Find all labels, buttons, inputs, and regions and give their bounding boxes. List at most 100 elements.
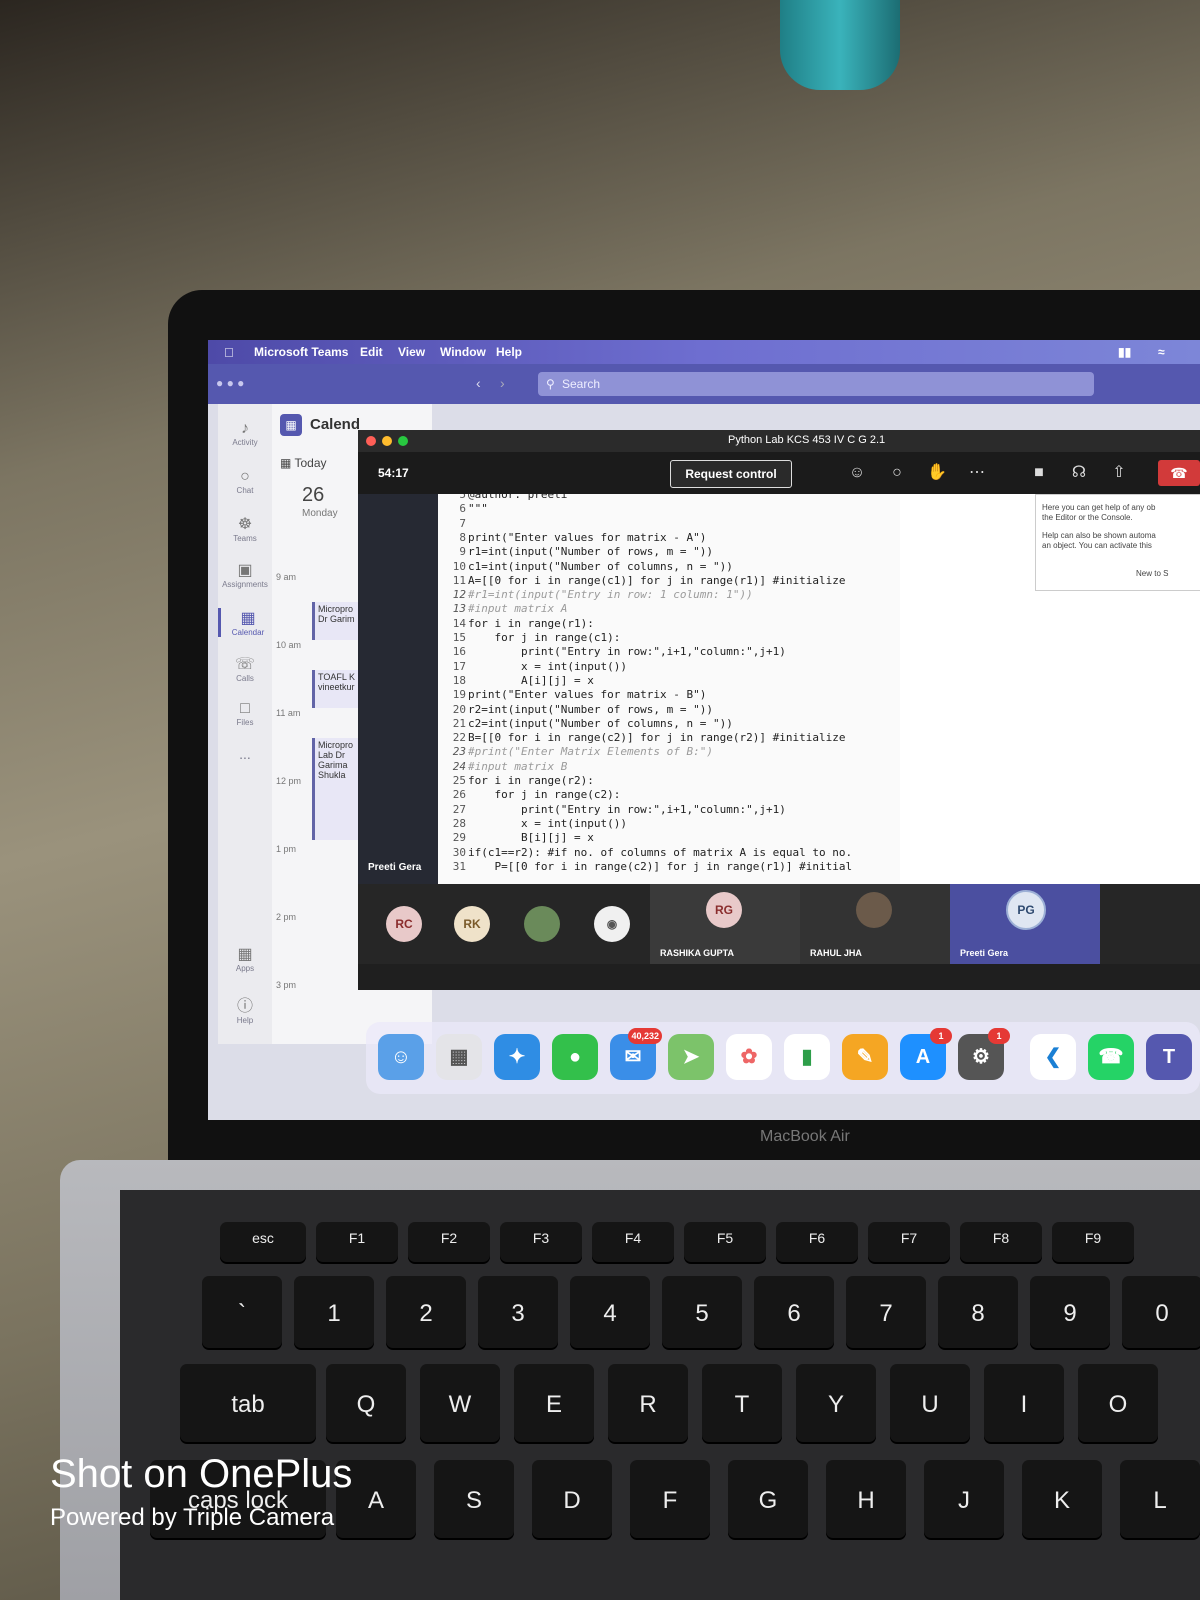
keyboard-key[interactable]: J [924, 1460, 1004, 1538]
vscode-icon[interactable]: ❮ [1030, 1034, 1076, 1080]
keyboard-key[interactable]: F5 [684, 1222, 766, 1262]
rail-calls[interactable]: ☏ Calls [218, 654, 272, 683]
battery-icon[interactable]: ▮▮ [1118, 345, 1131, 359]
keyboard-key[interactable]: ` [202, 1276, 282, 1348]
help-link[interactable]: New to S [1136, 569, 1168, 578]
keyboard-key[interactable]: tab [180, 1364, 316, 1442]
keyboard-key[interactable]: L [1120, 1460, 1200, 1538]
pages-icon[interactable]: ✎ [842, 1034, 888, 1080]
calendar-event[interactable]: Micropro Lab Dr Garima Shukla [312, 738, 358, 840]
camera-off-icon[interactable]: ■ [1028, 462, 1050, 484]
menu-window[interactable]: Window [440, 345, 486, 359]
mic-off-icon[interactable]: ☊ [1068, 462, 1090, 484]
finder-icon[interactable]: ☺ [378, 1034, 424, 1080]
keyboard-key[interactable]: E [514, 1364, 594, 1442]
keyboard-key[interactable]: F7 [868, 1222, 950, 1262]
keyboard-key[interactable]: R [608, 1364, 688, 1442]
keyboard-key[interactable]: D [532, 1460, 612, 1538]
keyboard-key[interactable]: esc [220, 1222, 306, 1262]
search-input[interactable]: ⚲ Search [538, 372, 1094, 396]
hang-up-icon[interactable]: ☎ [1158, 460, 1200, 486]
rail-files[interactable]: □ Files [218, 700, 272, 727]
keyboard-key[interactable]: 1 [294, 1276, 374, 1348]
keyboard-key[interactable]: W [420, 1364, 500, 1442]
participant-avatar[interactable]: RK [454, 906, 490, 942]
keyboard-key[interactable]: F6 [776, 1222, 858, 1262]
whatsapp-icon[interactable]: ☎ [1088, 1034, 1134, 1080]
keyboard-key[interactable]: O [1078, 1364, 1158, 1442]
keyboard-key[interactable]: 2 [386, 1276, 466, 1348]
keyboard-key[interactable]: 9 [1030, 1276, 1110, 1348]
menu-view[interactable]: View [398, 345, 425, 359]
forward-arrow-icon[interactable]: › [500, 375, 505, 391]
numbers-icon[interactable]: ▮ [784, 1034, 830, 1080]
keyboard-key[interactable]: H [826, 1460, 906, 1538]
share-icon[interactable]: ⇧ [1108, 462, 1130, 484]
safari-icon[interactable]: ✦ [494, 1034, 540, 1080]
rail-teams[interactable]: ☸ Teams [218, 514, 272, 543]
keyboard-key[interactable]: F [630, 1460, 710, 1538]
keyboard-key[interactable]: F1 [316, 1222, 398, 1262]
wifi-icon[interactable]: ≈ [1158, 345, 1165, 359]
teams-icon[interactable]: T [1146, 1034, 1192, 1080]
keyboard-key[interactable]: 6 [754, 1276, 834, 1348]
keyboard-key[interactable]: 3 [478, 1276, 558, 1348]
keyboard-key[interactable]: 0 [1122, 1276, 1200, 1348]
keyboard-key[interactable]: F3 [500, 1222, 582, 1262]
calendar-event[interactable]: TOAFL K vineetkur [312, 670, 358, 708]
rail-assignments[interactable]: ▣ Assignments [218, 560, 272, 589]
zoom-window-icon[interactable] [398, 436, 408, 446]
keyboard-key[interactable]: Q [326, 1364, 406, 1442]
today-button[interactable]: ▦ Today [280, 456, 327, 470]
keyboard-key[interactable]: G [728, 1460, 808, 1538]
request-control-button[interactable]: Request control [670, 460, 792, 488]
apple-icon[interactable]:  [224, 345, 234, 360]
launchpad-icon[interactable]: ▦ [436, 1034, 482, 1080]
close-window-icon[interactable] [366, 436, 376, 446]
window-controls-icon[interactable]: ● ● ● [216, 376, 244, 390]
calendar-event[interactable]: Micropro Dr Garim [312, 602, 358, 640]
keyboard-key[interactable]: T [702, 1364, 782, 1442]
minimize-window-icon[interactable] [382, 436, 392, 446]
rail-calendar[interactable]: ▦ Calendar [218, 608, 275, 637]
rail-chat[interactable]: ○ Chat [218, 468, 272, 495]
participant-tile[interactable]: RAHUL JHA [800, 884, 950, 964]
back-arrow-icon[interactable]: ‹ [476, 375, 481, 391]
rail-more[interactable]: ... [218, 746, 272, 762]
participant-logo-avatar[interactable]: ◉ [594, 906, 630, 942]
rail-help[interactable]: ⓘ Help [218, 992, 272, 1025]
keyboard-key[interactable]: S [434, 1460, 514, 1538]
participant-photo-avatar[interactable] [524, 906, 560, 942]
keyboard-key[interactable]: 7 [846, 1276, 926, 1348]
messages-icon[interactable]: ● [552, 1034, 598, 1080]
keyboard-key[interactable]: F9 [1052, 1222, 1134, 1262]
participants-icon[interactable]: ☺ [846, 462, 868, 484]
keyboard-key[interactable]: K [1022, 1460, 1102, 1538]
more-icon[interactable]: ⋯ [966, 462, 988, 484]
maps-icon[interactable]: ➤ [668, 1034, 714, 1080]
participant-tile[interactable]: PG Preeti Gera [950, 884, 1100, 964]
keyboard-key[interactable]: U [890, 1364, 970, 1442]
reactions-icon[interactable]: ✋ [926, 462, 948, 484]
participant-tile[interactable]: RG RASHIKA GUPTA [650, 884, 800, 964]
chat-icon[interactable]: ○ [886, 462, 908, 484]
menubar-app-name[interactable]: Microsoft Teams [254, 345, 348, 359]
system-preferences-icon[interactable]: ⚙ 1 [958, 1028, 1010, 1080]
keyboard-key[interactable]: F4 [592, 1222, 674, 1262]
keyboard-key[interactable]: 5 [662, 1276, 742, 1348]
keyboard-key[interactable]: 8 [938, 1276, 1018, 1348]
keyboard-key[interactable]: F8 [960, 1222, 1042, 1262]
event-title: TOAFL K [318, 672, 356, 682]
keyboard-key[interactable]: 4 [570, 1276, 650, 1348]
keyboard-key[interactable]: I [984, 1364, 1064, 1442]
photos-icon[interactable]: ✿ [726, 1034, 772, 1080]
menu-edit[interactable]: Edit [360, 345, 383, 359]
rail-activity[interactable]: ♪ Activity [218, 420, 272, 447]
keyboard-key[interactable]: F2 [408, 1222, 490, 1262]
keyboard-key[interactable]: Y [796, 1364, 876, 1442]
participant-avatar[interactable]: RC [386, 906, 422, 942]
mail-icon[interactable]: ✉ 40,232 [610, 1028, 662, 1080]
menu-help[interactable]: Help [496, 345, 522, 359]
app-store-icon[interactable]: A1 [900, 1028, 952, 1080]
rail-apps[interactable]: ▦ Apps [218, 944, 272, 973]
